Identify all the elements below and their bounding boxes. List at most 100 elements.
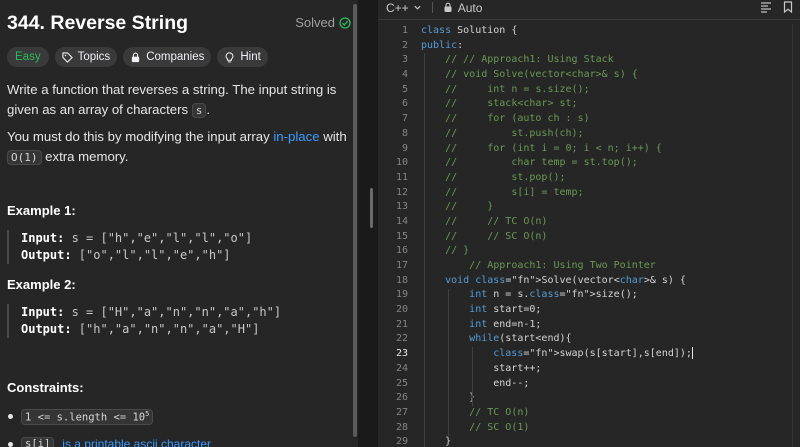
splitter-handle[interactable] — [370, 188, 373, 228]
code-line[interactable]: 8 // st.push(ch); — [378, 127, 800, 142]
code-line[interactable]: 29 } — [378, 435, 800, 447]
editor-actions — [760, 1, 794, 13]
language-label: C++ — [386, 0, 409, 15]
code-line[interactable]: 2 public: — [378, 39, 800, 54]
code-text: class Solution { — [421, 25, 518, 36]
companies-label: Companies — [146, 51, 205, 63]
topics-button[interactable]: Topics — [54, 47, 118, 67]
code-line[interactable]: 5 // int n = s.size(); — [378, 83, 800, 98]
code-line[interactable]: 21 int end=n-1; — [378, 318, 800, 333]
line-number: 11 — [395, 171, 408, 183]
code-text: // s[i] = temp; — [445, 186, 584, 198]
auto-label: Auto — [457, 0, 483, 15]
line-number: 8 — [401, 127, 408, 139]
lightbulb-icon — [226, 51, 234, 62]
code-line[interactable]: 22 while(start<end){ — [378, 332, 800, 347]
code-text: public: — [421, 39, 464, 51]
code-text: } — [421, 436, 452, 447]
check-circle-icon — [339, 16, 351, 29]
code-text: // // SC O(n) — [445, 230, 548, 242]
code-line[interactable]: 19 int n = s.class="fn">size(); — [378, 288, 800, 303]
code-line[interactable]: 6 // stack<char> st; — [378, 97, 800, 112]
code-line[interactable]: 17 // Approach1: Using Two Pointer — [378, 259, 800, 274]
tag-bar: Easy Topics Companies Hint — [7, 47, 268, 67]
example-1-block: Input: s = ["h","e","l","l","o"] Output:… — [7, 230, 351, 264]
code-line[interactable]: 13 // } — [378, 200, 800, 215]
code-line[interactable]: 3 // // Approach1: Using Stack — [378, 53, 800, 68]
indent-guide — [424, 53, 425, 447]
code-line[interactable]: 26 } — [378, 391, 800, 406]
tag-icon — [61, 51, 73, 63]
code-line[interactable]: 1 class Solution { — [378, 24, 800, 39]
line-number: 5 — [401, 83, 408, 95]
code-text: // TC O(n) — [469, 406, 530, 418]
code-text: int n = s.class="fn">size(); — [469, 289, 638, 301]
code-area[interactable]: 1 class Solution { 2 public: 3 // // Approac… — [378, 24, 800, 447]
code-text: while(start<end){ — [469, 333, 572, 345]
code-line[interactable]: 15 // // SC O(n) — [378, 230, 800, 245]
code-line[interactable]: 7 // for (auto ch : s) — [378, 112, 800, 127]
code-line[interactable]: 4 // void Solve(vector<char>& s) { — [378, 68, 800, 83]
constraints-title: Constraints: — [7, 380, 84, 395]
code-line[interactable]: 10 // char temp = st.top(); — [378, 156, 800, 171]
inline-code: s[i] — [21, 437, 55, 447]
example-2-title: Example 2: — [7, 277, 76, 292]
chevron-down-icon — [414, 5, 421, 10]
code-line[interactable]: 9 // for (int i = 0; i < n; i++) { — [378, 142, 800, 157]
code-text: // } — [445, 201, 494, 213]
code-line[interactable]: 18 void class="fn">Solve(vector<char>& s… — [378, 274, 800, 289]
hint-button[interactable]: Hint — [217, 47, 268, 67]
line-number: 1 — [401, 25, 408, 36]
description-scrollbar-thumb[interactable] — [353, 4, 357, 437]
language-selector[interactable]: C++ — [386, 1, 422, 15]
line-number: 28 — [395, 421, 408, 433]
code-editor-panel: C++ Auto 1 class Solution { 2 public: 3 // /… — [378, 0, 800, 447]
code-text: // st.pop(); — [445, 171, 566, 183]
code-line[interactable]: 27 // TC O(n) — [378, 406, 800, 421]
lock-icon — [444, 2, 452, 12]
line-number: 25 — [395, 377, 408, 389]
solved-status: Solved — [295, 15, 351, 30]
editor-toolbar: C++ Auto — [378, 0, 800, 15]
code-line[interactable]: 12 // s[i] = temp; — [378, 186, 800, 201]
in-place-link[interactable]: in-place — [273, 129, 319, 144]
companies-button[interactable]: Companies — [123, 47, 212, 67]
lock-icon — [132, 52, 140, 62]
line-number: 14 — [395, 215, 408, 227]
constraint-1: 1 <= s.length <= 105 — [8, 409, 154, 425]
auto-mode-toggle[interactable]: Auto — [443, 0, 483, 15]
code-text: // Approach1: Using Two Pointer — [469, 260, 656, 271]
bookmark-icon[interactable] — [782, 1, 794, 13]
code-line[interactable]: 25 end--; — [378, 377, 800, 392]
code-text: start++; — [421, 362, 542, 374]
toolbar-divider-line — [378, 19, 800, 20]
code-line[interactable]: 11 // st.pop(); — [378, 171, 800, 186]
printable-ascii-link[interactable]: is a printable ascii character — [62, 437, 211, 447]
line-number: 16 — [395, 245, 408, 257]
editor-scrollbar[interactable] — [792, 24, 800, 447]
code-text: // // Approach1: Using Stack — [445, 54, 614, 66]
code-line[interactable]: 23 class="fn">swap(s[start],s[end]); — [378, 347, 800, 362]
difficulty-badge: Easy — [7, 47, 49, 67]
code-line[interactable]: 24 start++; — [378, 362, 800, 377]
panel-splitter[interactable] — [358, 0, 378, 447]
line-number: 7 — [401, 113, 408, 125]
code-line[interactable]: 28 // SC O(1) — [378, 421, 800, 436]
code-text: int end=n-1; — [469, 318, 542, 330]
code-line[interactable]: 16 // } — [378, 244, 800, 259]
line-number: 22 — [395, 333, 408, 345]
line-number: 12 — [395, 186, 408, 198]
line-number: 15 — [395, 230, 408, 242]
code-line[interactable]: 14 // // TC O(n) — [378, 215, 800, 230]
format-code-icon[interactable] — [760, 1, 772, 13]
inline-code: s — [191, 103, 207, 118]
difficulty-label: Easy — [15, 51, 41, 63]
line-number: 3 — [401, 54, 408, 66]
toolbar-divider — [431, 2, 433, 13]
problem-description-panel: 344. Reverse String Solved Easy Topics C… — [0, 0, 358, 447]
indent-guide — [448, 288, 450, 436]
code-text: // for (int i = 0; i < n; i++) { — [445, 142, 662, 154]
code-line[interactable]: 20 int start=0; — [378, 303, 800, 318]
code-text: // stack<char> st; — [445, 98, 578, 110]
line-number: 17 — [395, 260, 408, 271]
